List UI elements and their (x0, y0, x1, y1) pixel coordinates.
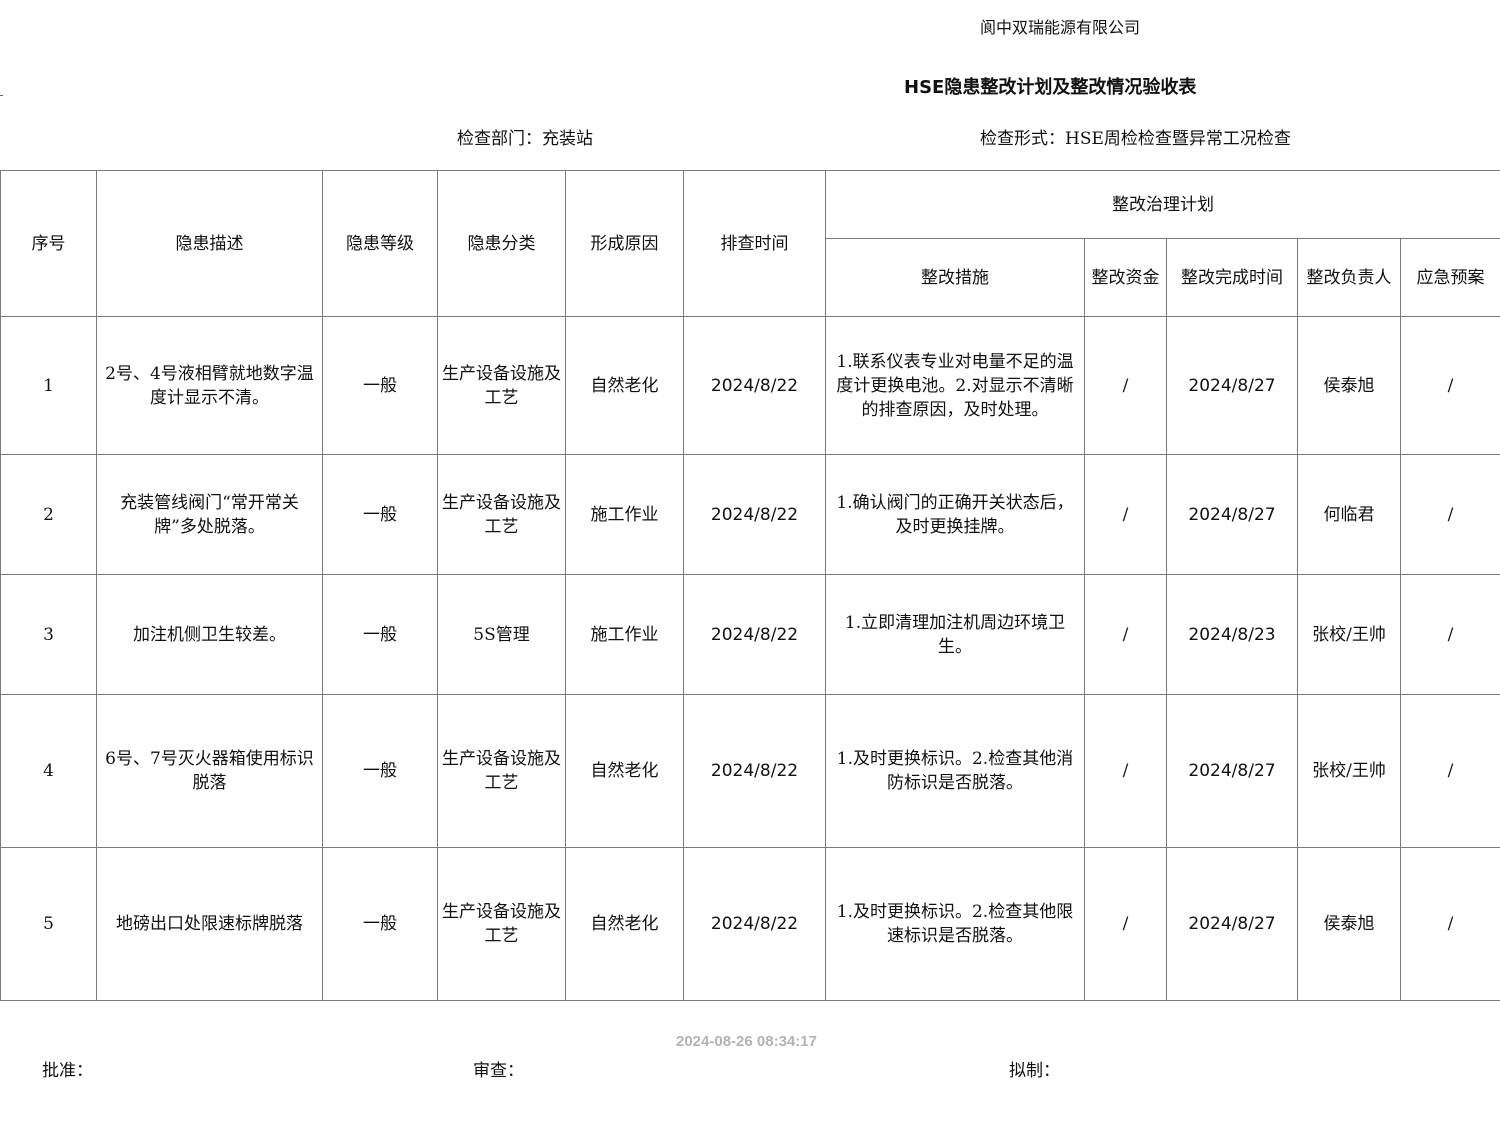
col-header-seq: 序号 (0, 170, 97, 317)
col-header-description: 隐患描述 (96, 170, 323, 317)
cell-check-time: 2024/8/22 (683, 454, 826, 575)
cell-description: 充装管线阀门“常开常关牌”多处脱落。 (96, 454, 323, 575)
cell-emergency: / (1399, 847, 1500, 1001)
cell-owner: 侯泰旭 (1297, 316, 1401, 455)
cell-category: 生产设备设施及工艺 (437, 847, 566, 1001)
cell-description: 6号、7号灭火器箱使用标识脱落 (96, 694, 323, 848)
cell-seq: 3 (0, 574, 97, 695)
cell-category: 生产设备设施及工艺 (437, 316, 566, 455)
page-title: HSE隐患整改计划及整改情况验收表 (904, 77, 1197, 98)
col-header-check-time: 排查时间 (683, 170, 826, 317)
cell-measures: 1.及时更换标识。2.检查其他消防标识是否脱落。 (825, 694, 1085, 848)
cell-seq: 1 (0, 316, 97, 455)
cell-funds: / (1084, 316, 1167, 455)
cell-category: 5S管理 (437, 574, 566, 695)
cell-cause: 自然老化 (565, 316, 684, 455)
cell-owner: 张校/王帅 (1297, 694, 1401, 848)
cell-emergency: / (1399, 574, 1500, 695)
cell-done-time: 2024/8/27 (1166, 316, 1298, 455)
table-row: 1 2号、4号液相臂就地数字温度计显示不清。 一般 生产设备设施及工艺 自然老化… (0, 316, 1500, 455)
col-header-measures: 整改措施 (825, 238, 1085, 317)
cell-done-time: 2024/8/23 (1166, 574, 1298, 695)
cell-owner: 侯泰旭 (1297, 847, 1401, 1001)
cell-cause: 施工作业 (565, 454, 684, 575)
cell-level: 一般 (322, 316, 438, 455)
cell-cause: 施工作业 (565, 574, 684, 695)
cell-level: 一般 (322, 847, 438, 1001)
hazard-table: 序号 隐患描述 隐患等级 隐患分类 形成原因 排查时间 整改治理计划 整改措施 … (0, 170, 1500, 1001)
inspection-department: 检查部门：充装站 (457, 129, 593, 149)
cell-check-time: 2024/8/22 (683, 847, 826, 1001)
edge-mark (0, 95, 3, 96)
cell-funds: / (1084, 694, 1167, 848)
table-row: 5 地磅出口处限速标牌脱落 一般 生产设备设施及工艺 自然老化 2024/8/2… (0, 847, 1500, 1001)
col-header-plan-group: 整改治理计划 (824, 170, 1500, 239)
col-header-cause: 形成原因 (565, 170, 684, 317)
cell-category: 生产设备设施及工艺 (437, 694, 566, 848)
col-header-emergency: 应急预案 (1399, 238, 1500, 317)
inspection-form: 检查形式：HSE周检检查暨异常工况检查 (980, 129, 1291, 149)
timestamp-watermark: 2024-08-26 08:34:17 (676, 1033, 817, 1050)
cell-funds: / (1084, 847, 1167, 1001)
cell-measures: 1.及时更换标识。2.检查其他限速标识是否脱落。 (825, 847, 1085, 1001)
company-name: 阆中双瑞能源有限公司 (980, 18, 1141, 37)
cell-description: 地磅出口处限速标牌脱落 (96, 847, 323, 1001)
table-row: 2 充装管线阀门“常开常关牌”多处脱落。 一般 生产设备设施及工艺 施工作业 2… (0, 454, 1500, 575)
cell-funds: / (1084, 454, 1167, 575)
prepare-label: 拟制： (1009, 1061, 1060, 1081)
review-label: 审查： (473, 1061, 524, 1081)
cell-check-time: 2024/8/22 (683, 574, 826, 695)
cell-cause: 自然老化 (565, 847, 684, 1001)
cell-done-time: 2024/8/27 (1166, 454, 1298, 575)
cell-level: 一般 (322, 574, 438, 695)
cell-seq: 5 (0, 847, 97, 1001)
cell-level: 一般 (322, 454, 438, 575)
col-header-done-time: 整改完成时间 (1166, 238, 1298, 317)
cell-check-time: 2024/8/22 (683, 694, 826, 848)
cell-check-time: 2024/8/22 (683, 316, 826, 455)
col-header-owner: 整改负责人 (1297, 238, 1401, 317)
col-header-level: 隐患等级 (322, 170, 438, 317)
cell-owner: 何临君 (1297, 454, 1401, 575)
col-header-category: 隐患分类 (437, 170, 566, 317)
header-row: 序号 隐患描述 隐患等级 隐患分类 形成原因 排查时间 整改治理计划 (0, 170, 1500, 317)
cell-level: 一般 (322, 694, 438, 848)
cell-measures: 1.立即清理加注机周边环境卫生。 (825, 574, 1085, 695)
table-row: 4 6号、7号灭火器箱使用标识脱落 一般 生产设备设施及工艺 自然老化 2024… (0, 694, 1500, 848)
cell-done-time: 2024/8/27 (1166, 694, 1298, 848)
cell-emergency: / (1399, 316, 1500, 455)
cell-cause: 自然老化 (565, 694, 684, 848)
cell-funds: / (1084, 574, 1167, 695)
cell-emergency: / (1399, 694, 1500, 848)
cell-seq: 4 (0, 694, 97, 848)
cell-description: 加注机侧卫生较差。 (96, 574, 323, 695)
approve-label: 批准： (42, 1061, 93, 1081)
cell-measures: 1.确认阀门的正确开关状态后，及时更换挂牌。 (825, 454, 1085, 575)
cell-description: 2号、4号液相臂就地数字温度计显示不清。 (96, 316, 323, 455)
cell-done-time: 2024/8/27 (1166, 847, 1298, 1001)
cell-emergency: / (1399, 454, 1500, 575)
cell-measures: 1.联系仪表专业对电量不足的温度计更换电池。2.对显示不清晰的排查原因，及时处理… (825, 316, 1085, 455)
cell-category: 生产设备设施及工艺 (437, 454, 566, 575)
col-header-funds: 整改资金 (1084, 238, 1167, 317)
table-row: 3 加注机侧卫生较差。 一般 5S管理 施工作业 2024/8/22 1.立即清… (0, 574, 1500, 695)
cell-seq: 2 (0, 454, 97, 575)
cell-owner: 张校/王帅 (1297, 574, 1401, 695)
